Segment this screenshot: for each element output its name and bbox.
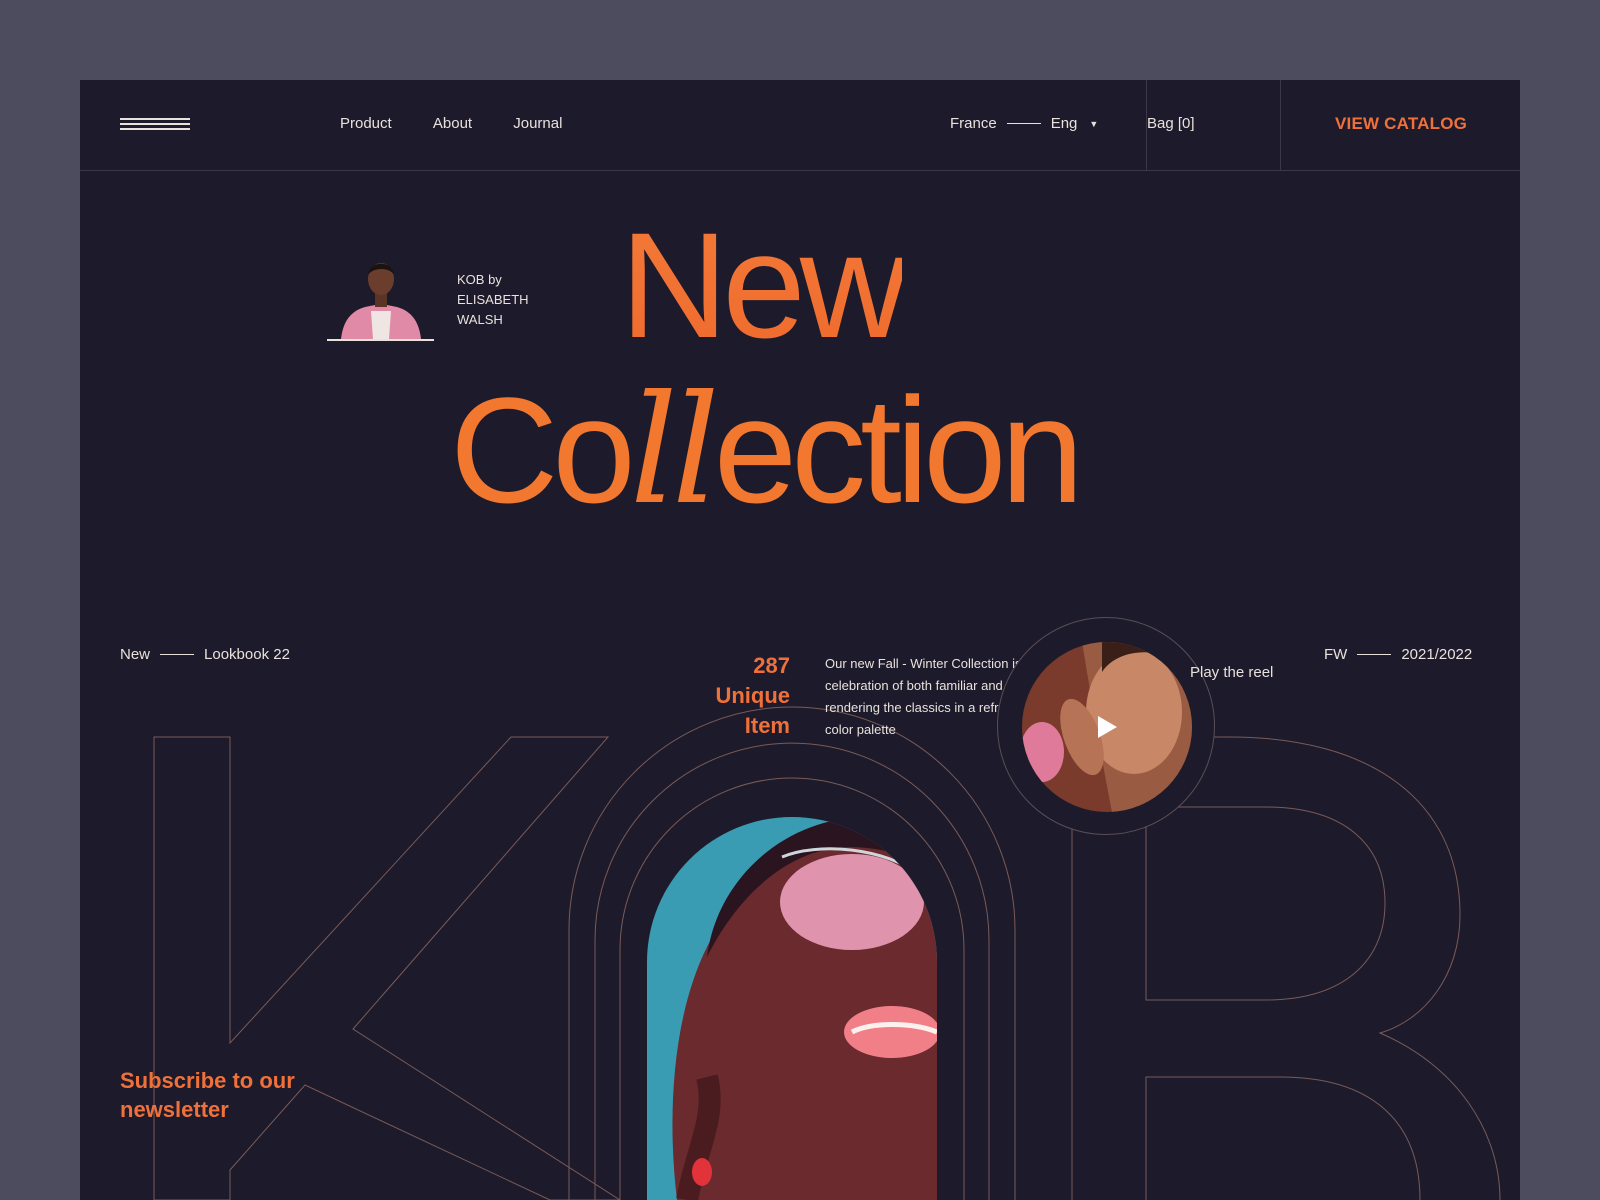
play-icon	[1022, 642, 1192, 812]
bag-button[interactable]: Bag [0]	[1147, 115, 1195, 132]
nav-product[interactable]: Product	[340, 115, 392, 132]
language-label: Eng	[1050, 115, 1078, 132]
divider	[1357, 654, 1392, 655]
main-nav: Product About Journal	[340, 115, 599, 132]
divider	[1280, 80, 1281, 170]
site-header: Product About Journal France Eng ▼ Bag […	[80, 80, 1520, 171]
title-part: ection	[713, 366, 1084, 534]
play-reel-button[interactable]	[1022, 642, 1192, 812]
lookbook-tag: New	[120, 646, 151, 663]
play-reel-link[interactable]: Play the reel	[1190, 664, 1273, 681]
hero-title-line-2: Collection	[450, 370, 1084, 531]
newsletter-link[interactable]: Subscribe to our newsletter	[120, 1066, 300, 1124]
divider	[1006, 123, 1041, 124]
nav-about[interactable]: About	[433, 115, 472, 132]
title-script-part: ll	[629, 364, 720, 538]
unique-item-count: 287 Unique Item	[590, 651, 790, 741]
page-frame: Product About Journal France Eng ▼ Bag […	[80, 80, 1520, 1200]
lookbook-label: New Lookbook 22	[120, 646, 290, 663]
title-part: Co	[450, 366, 636, 534]
model-photo	[647, 817, 937, 1200]
hero-title-line-1: New	[620, 201, 908, 369]
season-label: FW 2021/2022	[1324, 646, 1472, 663]
divider	[160, 654, 195, 655]
locale-selector[interactable]: France Eng ▼	[950, 115, 1098, 132]
designer-photo	[327, 255, 434, 341]
lookbook-name: Lookbook 22	[204, 646, 290, 663]
chevron-down-icon: ▼	[1089, 118, 1099, 129]
count-label: Unique Item	[715, 683, 790, 738]
menu-icon[interactable]	[120, 118, 190, 134]
nav-journal[interactable]: Journal	[513, 115, 562, 132]
country-label: France	[950, 115, 997, 132]
designer-caption: KOB by ELISABETH WALSH	[457, 272, 529, 327]
count-number: 287	[753, 653, 790, 678]
season-code: FW	[1324, 646, 1348, 663]
season-years: 2021/2022	[1401, 646, 1473, 663]
view-catalog-button[interactable]: VIEW CATALOG	[1335, 114, 1467, 134]
